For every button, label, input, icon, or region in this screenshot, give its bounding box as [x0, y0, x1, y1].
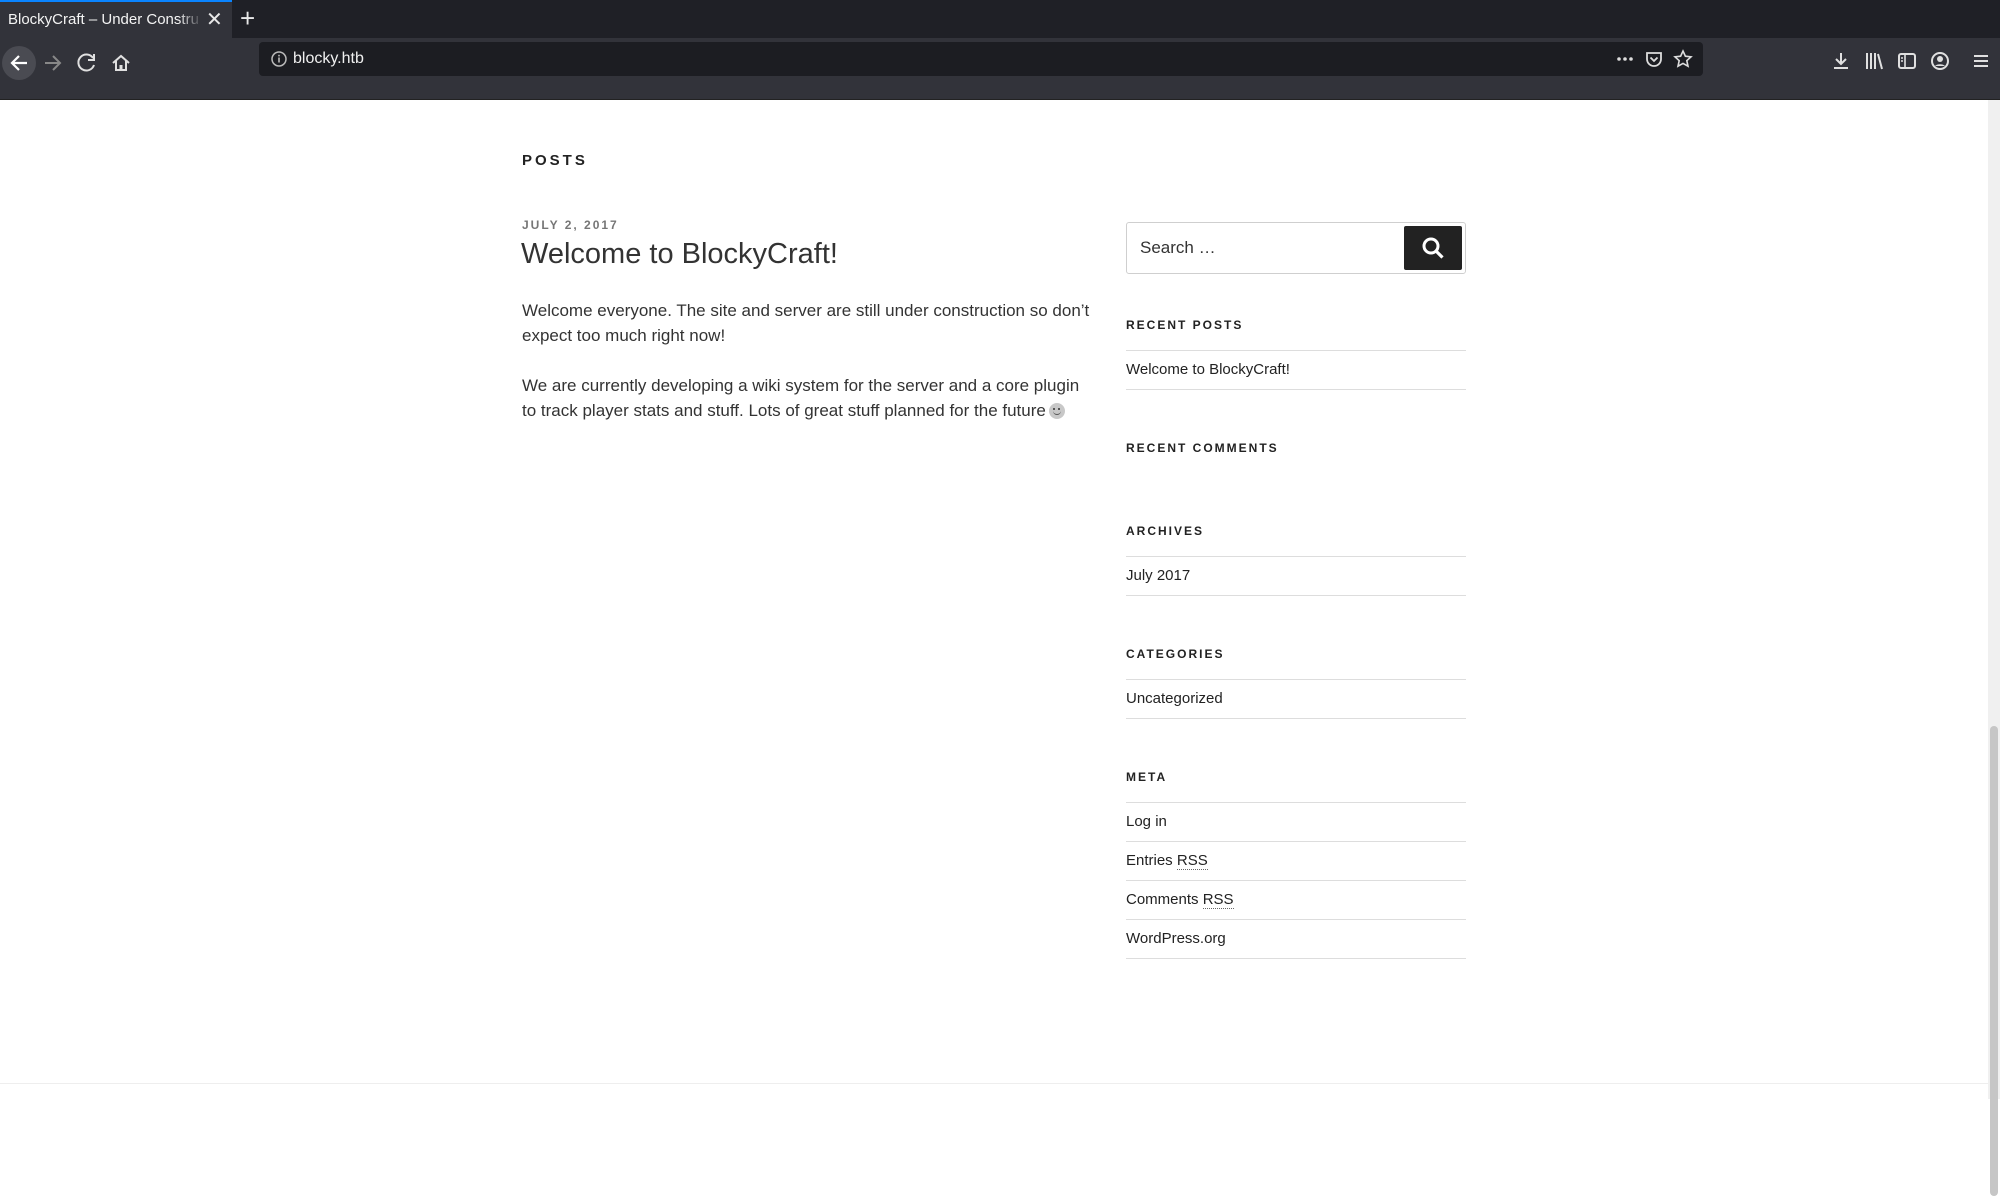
forward-arrow-icon — [45, 55, 62, 71]
entries-label: Entries — [1126, 852, 1173, 869]
archives-widget: ARCHIVES July 2017 — [1126, 524, 1466, 596]
url-text[interactable]: blocky.htb — [293, 50, 364, 68]
page-actions-icon[interactable] — [1614, 48, 1636, 70]
widget-title: META — [1126, 770, 1168, 784]
archive-link[interactable]: July 2017 — [1126, 557, 1466, 596]
search-form — [1126, 222, 1466, 274]
page-content: POSTS JULY 2, 2017 Welcome to BlockyCraf… — [0, 100, 1988, 1099]
recent-posts-widget: RECENT POSTS Welcome to BlockyCraft! — [1126, 318, 1466, 390]
posts-heading: POSTS — [522, 152, 588, 169]
info-icon[interactable] — [269, 49, 289, 69]
rss-abbr: RSS — [1202, 891, 1234, 909]
post-title[interactable]: Welcome to BlockyCraft! — [521, 238, 838, 271]
address-bar[interactable]: blocky.htb — [259, 42, 1703, 76]
recent-post-link[interactable]: Welcome to BlockyCraft! — [1126, 351, 1466, 390]
back-button[interactable] — [2, 46, 36, 80]
post-date[interactable]: JULY 2, 2017 — [522, 218, 619, 232]
sidebar-icon[interactable] — [1894, 48, 1920, 74]
meta-comments-rss-link[interactable]: Comments RSS — [1126, 881, 1466, 920]
recent-comments-widget: RECENT COMMENTS — [1126, 441, 1466, 473]
widget-title: CATEGORIES — [1126, 647, 1225, 661]
post-paragraph: Welcome everyone. The site and server ar… — [522, 301, 1090, 345]
menu-icon[interactable] — [1968, 48, 1994, 74]
footer-divider — [0, 1083, 1988, 1084]
search-input[interactable] — [1128, 224, 1404, 272]
navigation-toolbar: blocky.htb — [0, 38, 2000, 100]
scrollbar-thumb[interactable] — [1990, 726, 1998, 1196]
meta-entries-rss-link[interactable]: Entries RSS — [1126, 842, 1466, 881]
scrollbar[interactable] — [1988, 100, 2000, 1196]
forward-button[interactable] — [36, 46, 70, 80]
rss-abbr: RSS — [1176, 852, 1208, 870]
home-button[interactable] — [104, 46, 138, 80]
post-body: Welcome everyone. The site and server ar… — [522, 298, 1092, 448]
pocket-icon[interactable] — [1643, 48, 1665, 70]
account-icon[interactable] — [1927, 48, 1953, 74]
search-button[interactable] — [1404, 226, 1462, 270]
smiley-icon — [1048, 403, 1065, 419]
comments-label: Comments — [1126, 891, 1199, 908]
post-paragraph: We are currently developing a wiki syste… — [522, 373, 1092, 423]
home-icon — [112, 54, 130, 71]
downloads-icon[interactable] — [1828, 48, 1854, 74]
meta-login-link[interactable]: Log in — [1126, 803, 1466, 842]
category-link[interactable]: Uncategorized — [1126, 680, 1466, 719]
tab-bar: BlockyCraft – Under Construction! ✕ + — [0, 0, 2000, 38]
post-paragraph-text: We are currently developing a wiki syste… — [522, 376, 1080, 420]
categories-widget: CATEGORIES Uncategorized — [1126, 647, 1466, 719]
widget-title: RECENT COMMENTS — [1126, 441, 1279, 455]
tab-close-icon[interactable]: ✕ — [206, 8, 223, 32]
reload-button[interactable] — [70, 46, 104, 80]
back-arrow-icon — [10, 55, 27, 71]
tab-active[interactable]: BlockyCraft – Under Construction! ✕ — [0, 0, 232, 38]
widget-title: RECENT POSTS — [1126, 318, 1244, 332]
tab-title: BlockyCraft – Under Construction! — [8, 11, 198, 28]
meta-widget: META Log in Entries RSS Comments RSS Wor… — [1126, 770, 1466, 959]
meta-wordpress-link[interactable]: WordPress.org — [1126, 920, 1466, 959]
widget-title: ARCHIVES — [1126, 524, 1205, 538]
search-icon — [1422, 237, 1444, 259]
reload-icon — [77, 53, 95, 72]
bookmark-star-icon[interactable] — [1672, 48, 1694, 70]
new-tab-button[interactable]: + — [240, 4, 255, 32]
library-icon[interactable] — [1861, 48, 1887, 74]
